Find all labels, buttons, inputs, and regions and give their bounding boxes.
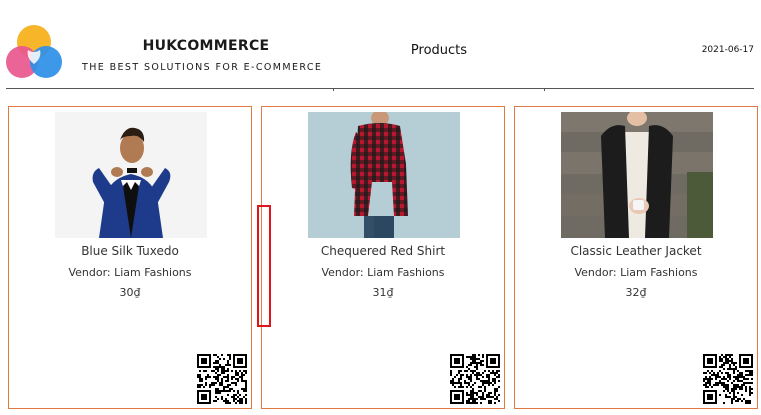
product-name: Chequered Red Shirt <box>320 244 446 258</box>
product-card[interactable]: Blue Silk Tuxedo Vendor: Liam Fashions 3… <box>8 106 252 409</box>
divider-tick <box>544 88 545 91</box>
product-image-leather-jacket <box>561 112 713 238</box>
product-card[interactable]: Chequered Red Shirt Vendor: Liam Fashion… <box>261 106 505 409</box>
product-name: Blue Silk Tuxedo <box>81 244 179 258</box>
report-date: 2021-06-17 <box>701 45 754 55</box>
divider-tick <box>333 88 334 91</box>
qr-code-icon <box>703 354 753 404</box>
products-report-page: HUKCOMMERCE THE BEST SOLUTIONS FOR E-COM… <box>0 0 761 415</box>
product-card[interactable]: Classic Leather Jacket Vendor: Liam Fash… <box>514 106 758 409</box>
brand-logo-icon <box>6 25 62 78</box>
header-divider <box>6 88 754 89</box>
product-image-blue-tuxedo <box>55 112 207 238</box>
product-image-red-shirt <box>308 112 460 238</box>
product-name: Classic Leather Jacket <box>570 244 702 258</box>
product-vendor: Vendor: Liam Fashions <box>321 266 445 279</box>
page-title: Products <box>410 43 468 58</box>
brand-tagline: THE BEST SOLUTIONS FOR E-COMMERCE <box>82 62 323 73</box>
product-price: 32₫ <box>625 286 647 299</box>
qr-code-icon <box>197 354 247 404</box>
product-vendor: Vendor: Liam Fashions <box>574 266 698 279</box>
selection-highlight <box>257 205 271 327</box>
product-price: 31₫ <box>372 286 394 299</box>
brand-name: HUKCOMMERCE <box>142 38 270 54</box>
qr-code-icon <box>450 354 500 404</box>
product-price: 30₫ <box>119 286 141 299</box>
product-vendor: Vendor: Liam Fashions <box>68 266 192 279</box>
